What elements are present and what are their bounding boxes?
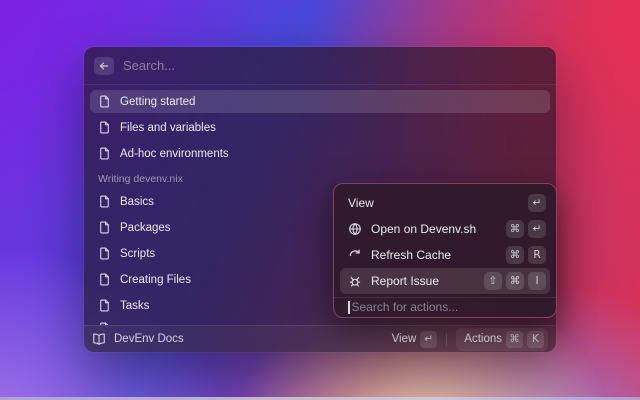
action-item-label: Refresh Cache: [371, 248, 451, 262]
cmd-key-badge: ⌘: [506, 246, 524, 264]
actions-button-label: Actions: [464, 333, 502, 345]
list-item-label: Basics: [120, 196, 154, 208]
status-bar: DevEnv Docs View ↵ Actions ⌘ K: [84, 325, 556, 352]
document-icon: [98, 221, 111, 234]
document-icon: [98, 195, 111, 208]
cmd-key-badge: ⌘: [506, 272, 524, 290]
list-item-label: Ad-hoc environments: [120, 148, 229, 160]
document-icon: [98, 273, 111, 286]
book-icon: [92, 332, 106, 346]
action-item-open-on-devenv[interactable]: Open on Devenv.sh ⌘ ↵: [340, 216, 550, 242]
view-action-label: View: [392, 333, 417, 345]
i-key-badge: I: [528, 272, 546, 290]
globe-icon: [348, 222, 362, 236]
back-button[interactable]: [94, 57, 114, 75]
app-identity: DevEnv Docs: [92, 332, 184, 346]
list-item[interactable]: Getting started: [90, 90, 550, 113]
search-header: [84, 47, 556, 85]
action-item-view[interactable]: View ↵: [340, 190, 550, 216]
document-icon: [98, 147, 111, 160]
r-key-badge: R: [528, 246, 546, 264]
cmd-key-badge: ⌘: [506, 331, 523, 348]
arrow-left-icon: [98, 60, 110, 72]
app-name: DevEnv Docs: [114, 333, 184, 345]
list-item-label: Tasks: [120, 300, 149, 312]
bug-icon: [348, 274, 362, 288]
action-panel: View ↵ Open on Devenv.sh ⌘ ↵ Refresh Cac…: [333, 183, 557, 318]
list-item[interactable]: Files and variables: [90, 116, 550, 139]
view-action[interactable]: View ↵: [392, 331, 438, 348]
action-item-label: Open on Devenv.sh: [371, 222, 476, 236]
action-item-report-issue[interactable]: Report Issue ⇧ ⌘ I: [340, 268, 550, 294]
action-search-placeholder: Search for actions...: [352, 300, 459, 314]
return-key-badge: ↵: [528, 220, 546, 238]
shift-key-badge: ⇧: [484, 272, 502, 290]
action-item-label: View: [348, 196, 374, 210]
search-input[interactable]: [123, 58, 546, 73]
list-item[interactable]: Ad-hoc environments: [90, 142, 550, 165]
action-search-input[interactable]: Search for actions...: [340, 298, 550, 317]
list-item-label: Packages: [120, 222, 171, 234]
list-item-label: Scripts: [120, 248, 155, 260]
document-icon: [98, 299, 111, 312]
k-key-badge: K: [527, 331, 544, 348]
list-item-label: Getting started: [120, 96, 195, 108]
list-item-label: Creating Files: [120, 274, 191, 286]
actions-button[interactable]: Actions ⌘ K: [456, 328, 548, 351]
return-key-badge: ↵: [420, 331, 437, 348]
list-item-label: Files and variables: [120, 122, 216, 134]
action-item-label: Report Issue: [371, 274, 439, 288]
text-caret: [348, 301, 350, 314]
cmd-key-badge: ⌘: [506, 220, 524, 238]
desktop-background: Getting started Files and variables Ad-h…: [0, 0, 640, 400]
action-item-refresh-cache[interactable]: Refresh Cache ⌘ R: [340, 242, 550, 268]
document-icon: [98, 95, 111, 108]
return-key-badge: ↵: [528, 194, 546, 212]
document-icon: [98, 121, 111, 134]
refresh-icon: [348, 248, 362, 262]
document-icon: [98, 247, 111, 260]
status-divider: [446, 333, 447, 346]
